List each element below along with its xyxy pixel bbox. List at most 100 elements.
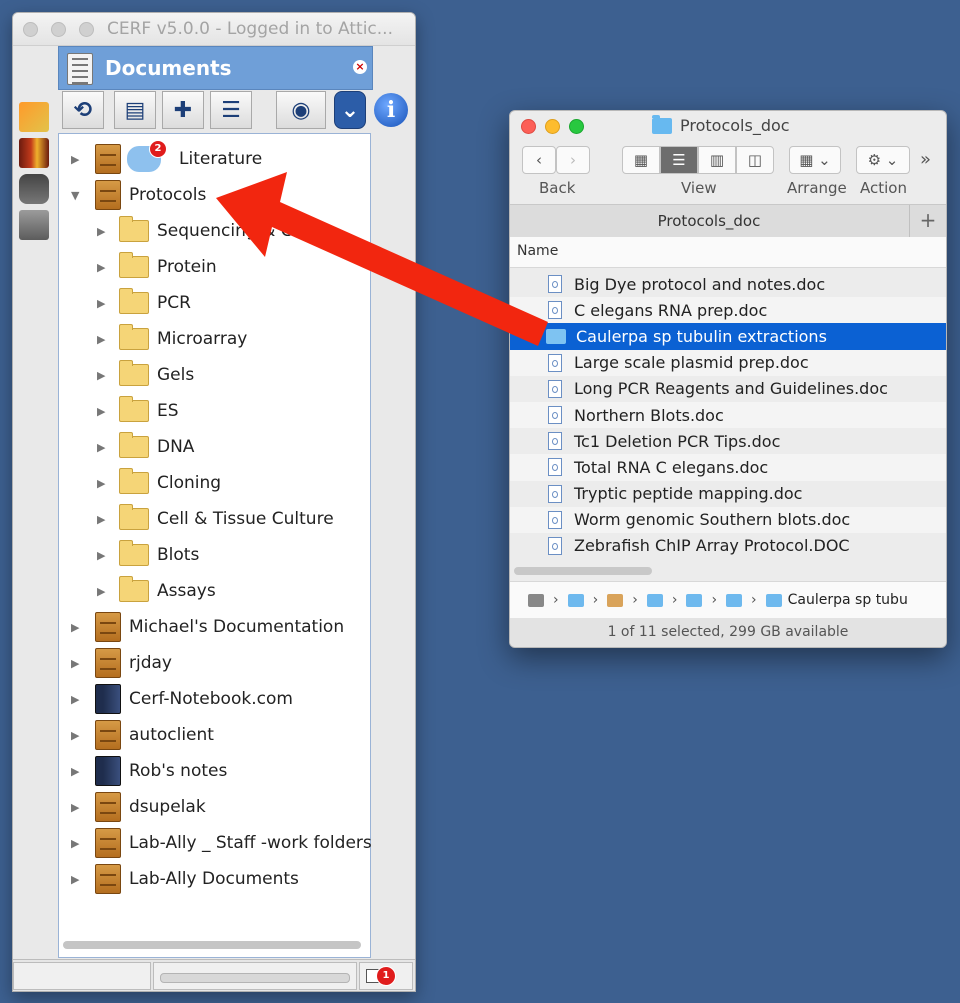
disclosure-icon[interactable]: ▶ bbox=[97, 585, 109, 598]
tree-item-cabinet[interactable]: ▶ Lab-Ally Documents bbox=[71, 864, 299, 894]
refresh-button[interactable]: ⟲ bbox=[62, 91, 104, 129]
disclosure-icon[interactable]: ▶ bbox=[71, 801, 83, 814]
cerf-titlebar[interactable]: CERF v5.0.0 - Logged in to Attic... bbox=[13, 13, 415, 46]
disclosure-icon[interactable]: ▶ bbox=[71, 873, 83, 886]
forward-button[interactable]: › bbox=[556, 146, 590, 174]
zoom-window-button[interactable] bbox=[569, 119, 584, 134]
list-item[interactable]: Large scale plasmid prep.doc bbox=[510, 349, 946, 376]
folder-icon[interactable] bbox=[686, 593, 703, 607]
view-button[interactable]: ◉ bbox=[276, 91, 326, 129]
tree-item-literature[interactable]: ▶ 2 Literature bbox=[71, 140, 262, 174]
name-column-header[interactable]: Name bbox=[517, 243, 558, 259]
gallery-view-button[interactable]: ◫ bbox=[736, 146, 774, 174]
disclosure-icon[interactable]: ▶ bbox=[97, 549, 109, 562]
horizontal-scrollbar[interactable] bbox=[63, 941, 361, 949]
disclosure-icon[interactable]: ▶ bbox=[71, 693, 83, 706]
tree-item-folder[interactable]: ▶ Cloning bbox=[97, 468, 221, 498]
tree-item-folder[interactable]: ▶ PCR bbox=[97, 288, 191, 318]
list-item[interactable]: Long PCR Reagents and Guidelines.doc bbox=[510, 376, 946, 402]
disclosure-icon[interactable]: ▶ bbox=[97, 477, 109, 490]
disclosure-icon[interactable]: ▶ bbox=[71, 837, 83, 850]
new-tab-button[interactable]: + bbox=[909, 205, 946, 237]
list-item[interactable]: Worm genomic Southern blots.doc bbox=[510, 506, 946, 533]
disclosure-open-icon[interactable]: ▼ bbox=[71, 189, 83, 202]
tree-item-folder[interactable]: ▶ Protein bbox=[97, 252, 217, 282]
list-item[interactable]: Tryptic peptide mapping.doc bbox=[510, 481, 946, 507]
disclosure-icon[interactable]: ▶ bbox=[97, 261, 109, 274]
status-field bbox=[13, 962, 151, 990]
add-button[interactable]: ✚ bbox=[162, 91, 204, 129]
list-item[interactable]: Tc1 Deletion PCR Tips.doc bbox=[510, 428, 946, 454]
disclosure-icon[interactable]: ▶ bbox=[71, 153, 83, 166]
list-item[interactable]: Total RNA C elegans.doc bbox=[510, 454, 946, 481]
tree-item-folder[interactable]: ▶ Microarray bbox=[97, 324, 247, 354]
drive-icon[interactable] bbox=[19, 210, 49, 240]
disclosure-icon[interactable]: ▶ bbox=[97, 441, 109, 454]
list-item[interactable]: Zebrafish ChIP Array Protocol.DOC bbox=[510, 533, 946, 559]
user-folder-icon[interactable] bbox=[567, 593, 584, 607]
disclosure-icon[interactable]: ▶ bbox=[97, 225, 109, 238]
tree-item-cabinet[interactable]: ▶ rjday bbox=[71, 648, 172, 678]
file-list[interactable]: Big Dye protocol and notes.doc C elegans… bbox=[510, 271, 946, 559]
tree-item-folder[interactable]: ▶ Blots bbox=[97, 540, 199, 570]
disclosure-icon[interactable]: ▶ bbox=[71, 621, 83, 634]
documents-tree[interactable]: ▶ 2 Literature ▼ Protocols ▶ Sequencing &… bbox=[58, 133, 372, 958]
disclosure-icon[interactable]: ▶ bbox=[71, 765, 83, 778]
tree-item-folder[interactable]: ▶ DNA bbox=[97, 432, 194, 462]
list-item[interactable]: C elegans RNA prep.doc bbox=[510, 297, 946, 324]
tree-item-cabinet[interactable]: ▶ dsupelak bbox=[71, 792, 206, 822]
books-icon[interactable] bbox=[19, 138, 49, 168]
tab-protocols-doc[interactable]: Protocols_doc bbox=[510, 212, 908, 230]
tree-item-folder[interactable]: ▶ Gels bbox=[97, 360, 194, 390]
disclosure-icon[interactable]: ▶ bbox=[97, 369, 109, 382]
column-view-button[interactable]: ▥ bbox=[698, 146, 736, 174]
back-button[interactable]: ‹ bbox=[522, 146, 556, 174]
list-item[interactable]: Big Dye protocol and notes.doc bbox=[510, 271, 946, 297]
close-window-button[interactable] bbox=[23, 22, 38, 37]
disclosure-icon[interactable]: ▶ bbox=[97, 297, 109, 310]
drive-icon[interactable] bbox=[528, 593, 544, 607]
folder-icon[interactable] bbox=[765, 593, 782, 607]
zoom-window-button[interactable] bbox=[79, 22, 94, 37]
tree-item-folder[interactable]: ▶ Sequencing & ChIP bbox=[97, 216, 319, 246]
tree-item-cabinet[interactable]: ▶ Michael's Documentation bbox=[71, 612, 344, 642]
new-document-button[interactable]: ▤ bbox=[114, 91, 156, 129]
tree-item-notebook[interactable]: ▶ Rob's notes bbox=[71, 756, 227, 786]
tree-item-protocols[interactable]: ▼ Protocols bbox=[71, 180, 206, 210]
home-icon[interactable] bbox=[607, 593, 624, 607]
icon-view-button[interactable]: ▦ bbox=[622, 146, 660, 174]
list-item[interactable]: Northern Blots.doc bbox=[510, 401, 946, 429]
list-header[interactable]: Name bbox=[510, 237, 946, 268]
arrange-button[interactable]: ▦ ⌄ bbox=[789, 146, 841, 174]
tree-item-cabinet[interactable]: ▶ Lab-Ally _ Staff -work folders bbox=[71, 828, 372, 858]
list-item-selected[interactable]: Caulerpa sp tubulin extractions bbox=[510, 323, 946, 350]
document-list-button[interactable]: ☰ bbox=[210, 91, 252, 129]
disclosure-icon[interactable]: ▶ bbox=[97, 405, 109, 418]
notifications-button[interactable]: 1 bbox=[359, 962, 413, 990]
list-view-button[interactable]: ☰ bbox=[660, 146, 698, 174]
tree-item-folder[interactable]: ▶ ES bbox=[97, 396, 179, 426]
action-button[interactable]: ⚙ ⌄ bbox=[856, 146, 910, 174]
disclosure-icon[interactable]: ▶ bbox=[97, 513, 109, 526]
tree-item-folder[interactable]: ▶ Cell & Tissue Culture bbox=[97, 504, 334, 534]
close-window-button[interactable] bbox=[521, 119, 536, 134]
disclosure-icon[interactable]: ▶ bbox=[97, 333, 109, 346]
tree-item-cabinet[interactable]: ▶ autoclient bbox=[71, 720, 214, 750]
disclosure-icon[interactable]: ▶ bbox=[71, 657, 83, 670]
disclosure-icon[interactable]: ▶ bbox=[71, 729, 83, 742]
minimize-window-button[interactable] bbox=[51, 22, 66, 37]
tree-item-label: Blots bbox=[157, 545, 200, 565]
minimize-window-button[interactable] bbox=[545, 119, 560, 134]
expand-button[interactable]: ⌄ bbox=[334, 91, 366, 129]
path-current[interactable]: Caulerpa sp tubu bbox=[788, 592, 908, 608]
binoculars-icon[interactable] bbox=[19, 174, 49, 204]
horizontal-scrollbar[interactable] bbox=[514, 567, 652, 575]
folder-icon[interactable] bbox=[726, 593, 743, 607]
import-icon[interactable] bbox=[19, 102, 49, 132]
info-button[interactable]: i bbox=[374, 93, 408, 127]
close-panel-icon[interactable]: × bbox=[353, 60, 367, 74]
documents-folder-icon[interactable] bbox=[646, 593, 663, 607]
tree-item-notebook[interactable]: ▶ Cerf-Notebook.com bbox=[71, 684, 293, 714]
tree-item-folder[interactable]: ▶ Assays bbox=[97, 576, 216, 606]
toolbar-overflow-icon[interactable]: » bbox=[920, 149, 931, 170]
